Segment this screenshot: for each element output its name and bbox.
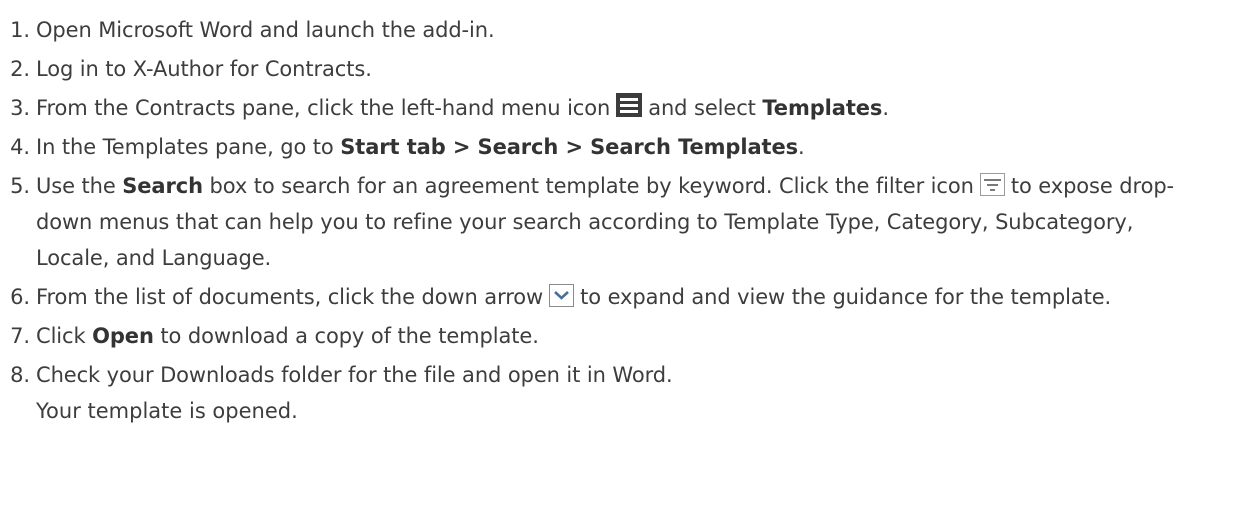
open-label: Open xyxy=(92,324,154,348)
step-number: 3 xyxy=(0,90,30,126)
step-text-segment: and select xyxy=(648,96,756,120)
step-text-segment: box to search for an agreement template … xyxy=(209,174,974,198)
step-text-segment: From the list of documents, click the do… xyxy=(36,285,544,309)
step-text: From the Contracts pane, click the left-… xyxy=(36,93,889,120)
step-7: 7 Click Open to download a copy of the t… xyxy=(0,318,1233,354)
step-6: 6 From the list of documents, click the … xyxy=(0,279,1206,315)
step-number: 8 xyxy=(0,357,30,393)
hamburger-menu-icon xyxy=(616,93,643,117)
step-text: Click Open to download a copy of the tem… xyxy=(36,324,539,348)
step-text-segment: to download a copy of the template. xyxy=(160,324,539,348)
step-5: 5 Use the Search box to search for an ag… xyxy=(0,168,1206,276)
step-text: Log in to X-Author for Contracts. xyxy=(36,57,372,81)
step-text: From the list of documents, click the do… xyxy=(36,284,1112,309)
filter-icon xyxy=(979,173,1005,196)
step-1: 1 Open Microsoft Word and launch the add… xyxy=(0,12,1233,48)
step-text-segment: Click xyxy=(36,324,86,348)
step-text-segment: . xyxy=(882,96,889,120)
step-text-segment: In the Templates pane, go to xyxy=(36,135,334,159)
step-text-segment: From the Contracts pane, click the left-… xyxy=(36,96,611,120)
step-8: 8 Check your Downloads folder for the fi… xyxy=(0,357,1233,393)
step-number: 7 xyxy=(0,318,30,354)
step-text: In the Templates pane, go to Start tab >… xyxy=(36,135,805,159)
step-result: Your template is opened. xyxy=(36,399,298,423)
step-3: 3 From the Contracts pane, click the lef… xyxy=(0,90,1233,126)
step-text-segment: . xyxy=(798,135,805,159)
step-number: 5 xyxy=(0,168,30,204)
step-number: 6 xyxy=(0,279,30,315)
chevron-down-icon xyxy=(549,284,575,307)
step-number: 4 xyxy=(0,129,30,165)
step-text-segment: Use the xyxy=(36,174,116,198)
search-label: Search xyxy=(122,174,203,198)
step-text: Use the Search box to search for an agre… xyxy=(36,173,1174,270)
templates-label: Templates xyxy=(762,96,883,120)
procedure-steps: 1 Open Microsoft Word and launch the add… xyxy=(0,0,1233,393)
step-4: 4 In the Templates pane, go to Start tab… xyxy=(0,129,1233,165)
step-number: 2 xyxy=(0,51,30,87)
step-2: 2 Log in to X-Author for Contracts. xyxy=(0,51,1233,87)
navigation-path: Start tab > Search > Search Templates xyxy=(340,135,799,159)
step-text-segment: to expand and view the guidance for the … xyxy=(580,285,1112,309)
step-text: Check your Downloads folder for the file… xyxy=(36,363,673,387)
step-number: 1 xyxy=(0,12,30,48)
step-text: Open Microsoft Word and launch the add-i… xyxy=(36,18,495,42)
